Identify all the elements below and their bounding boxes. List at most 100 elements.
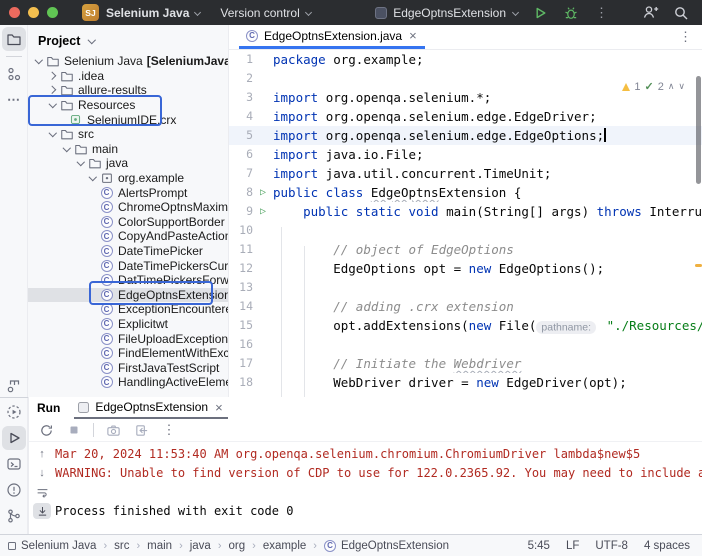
code-line-18[interactable]: 18 WebDriver driver = new EdgeDriver(opt… xyxy=(229,373,702,392)
more-actions-button[interactable]: ⋮ xyxy=(591,2,613,24)
tree-item-colorsupportborder[interactable]: C ColorSupportBorder xyxy=(28,215,228,230)
code-line-6[interactable]: 6 import java.io.File; xyxy=(229,145,702,164)
tree-item-java[interactable]: java xyxy=(28,156,228,171)
chevron-down-icon[interactable] xyxy=(33,55,45,67)
next-problem-icon[interactable]: ∨ xyxy=(678,81,685,92)
project-menu[interactable]: Selenium Java xyxy=(106,6,202,20)
close-tab-icon[interactable]: × xyxy=(214,401,224,414)
breadcrumb-item-edgeoptnsextension[interactable]: C EdgeOptnsExtension xyxy=(323,539,449,552)
run-configuration-selector[interactable]: EdgeOptnsExtension xyxy=(375,6,520,20)
breadcrumb-item-selenium-java[interactable]: Selenium Java xyxy=(8,540,96,552)
tree-item-fileuploadexception[interactable]: C FileUploadException xyxy=(28,331,228,346)
code-line-1[interactable]: 1 package org.example; xyxy=(229,50,702,69)
editor-tab[interactable]: C EdgeOptnsExtension.java × xyxy=(239,25,425,49)
close-tab-icon[interactable]: × xyxy=(408,29,418,42)
tree-item-chromeoptnsmaximized[interactable]: C ChromeOptnsMaximized xyxy=(28,200,228,215)
chevron-down-icon[interactable] xyxy=(47,99,59,111)
code-line-8[interactable]: 8 ▷ public class EdgeOptnsExtension { xyxy=(229,183,702,202)
tree-item-findelementwithexception[interactable]: C FindElementWithException xyxy=(28,346,228,361)
code-line-13[interactable]: 13 xyxy=(229,278,702,297)
zoom-window-button[interactable] xyxy=(47,7,58,18)
code-line-12[interactable]: 12 EdgeOptions opt = new EdgeOptions(); xyxy=(229,259,702,278)
code-line-5[interactable]: 5 import org.openqa.selenium.edge.EdgeOpt… xyxy=(229,126,702,145)
stop-button[interactable] xyxy=(65,422,83,438)
project-panel-header[interactable]: Project xyxy=(28,25,228,54)
code-with-me-button[interactable] xyxy=(639,2,661,24)
services-tool-window-button[interactable] xyxy=(2,400,26,424)
run-button[interactable] xyxy=(529,2,551,24)
code-line-16[interactable]: 16 xyxy=(229,335,702,354)
tree-item-exceptionencountered[interactable]: C ExceptionEncountered xyxy=(28,302,228,317)
tree-item-main[interactable]: main xyxy=(28,142,228,157)
chevron-down-icon[interactable] xyxy=(75,157,87,169)
chevron-down-icon[interactable] xyxy=(87,172,99,184)
commit-tool-window-button[interactable] xyxy=(2,62,26,86)
code-line-17[interactable]: 17 // Initiate the Webdriver xyxy=(229,354,702,373)
breadcrumb-item-main[interactable]: main xyxy=(147,540,172,552)
console-more-button[interactable]: ⋮ xyxy=(160,422,178,438)
version-control-menu[interactable]: Version control xyxy=(220,6,312,20)
tab-options-icon[interactable]: ⋮ xyxy=(679,29,692,45)
code-line-15[interactable]: 15 opt.addExtensions(new File(pathname: … xyxy=(229,316,702,335)
terminal-tool-window-button[interactable] xyxy=(2,452,26,476)
breadcrumb-item-java[interactable]: java xyxy=(190,540,211,552)
tree-item-alertsprompt[interactable]: C AlertsPrompt xyxy=(28,185,228,200)
structure-tool-window-button[interactable] xyxy=(2,374,26,398)
status-widget-4-spaces[interactable]: 4 spaces xyxy=(644,540,690,552)
inspection-widget[interactable]: 1 ✓ 2 ∧ ∨ xyxy=(619,79,688,94)
tree-item-datetimepickerscurrent[interactable]: C DateTimePickersCurrent xyxy=(28,258,228,273)
run-line-icon[interactable]: ▷ xyxy=(253,183,273,202)
tree-item-selenium-java[interactable]: Selenium Java[SeleniumJava]~/IdeaProjec xyxy=(28,54,228,69)
down-stacktrace-button[interactable]: ↓ xyxy=(33,465,51,481)
tree-item-handlingactiveelement[interactable]: C HandlingActiveElement xyxy=(28,375,228,390)
console[interactable]: ↑ ↓ Mar 20, 2024 11:53:40 AM org.openqa.… xyxy=(29,442,702,534)
status-widget-5-45[interactable]: 5:45 xyxy=(528,540,550,552)
run-line-icon[interactable]: ▷ xyxy=(253,202,273,221)
scroll-to-end-button[interactable] xyxy=(33,503,51,519)
code-line-11[interactable]: 11 // object of EdgeOptions xyxy=(229,240,702,259)
minimize-window-button[interactable] xyxy=(28,7,39,18)
soft-wrap-button[interactable] xyxy=(33,484,51,500)
tree-item-src[interactable]: src xyxy=(28,127,228,142)
problems-tool-window-button[interactable] xyxy=(2,478,26,502)
tree-item-idea[interactable]: .idea xyxy=(28,69,228,84)
status-widget-utf-8[interactable]: UTF-8 xyxy=(595,540,628,552)
code-line-10[interactable]: 10 xyxy=(229,221,702,240)
version-control-tool-window-button[interactable] xyxy=(2,504,26,528)
import-button[interactable] xyxy=(132,422,150,438)
run-tab[interactable]: EdgeOptnsExtension × xyxy=(74,397,228,419)
breadcrumb-item-src[interactable]: src xyxy=(114,540,129,552)
search-everywhere-button[interactable] xyxy=(670,2,692,24)
code-line-9[interactable]: 9 ▷ public static void main(String[] args… xyxy=(229,202,702,221)
up-stacktrace-button[interactable]: ↑ xyxy=(33,446,51,462)
tree-item-seleniumide-crx[interactable]: SeleniumIDE.crx xyxy=(28,112,228,127)
tree-item-org-example[interactable]: org.example xyxy=(28,171,228,186)
more-tool-windows-button[interactable]: ⋯ xyxy=(2,88,26,112)
tree-item-datetimepicker[interactable]: C DateTimePicker xyxy=(28,244,228,259)
tree-item-copyandpasteactions[interactable]: C CopyAndPasteActions xyxy=(28,229,228,244)
thread-dump-button[interactable] xyxy=(104,422,122,438)
code-line-7[interactable]: 7 import java.util.concurrent.TimeUnit; xyxy=(229,164,702,183)
chevron-right-icon[interactable] xyxy=(47,84,59,96)
code-line-4[interactable]: 4 import org.openqa.selenium.edge.EdgeDri… xyxy=(229,107,702,126)
tree-item-dattimepickersforward[interactable]: C DatTimePickersForward xyxy=(28,273,228,288)
tree-item-edgeoptnsextension[interactable]: C EdgeOptnsExtension xyxy=(28,287,228,303)
chevron-down-icon[interactable] xyxy=(61,143,73,155)
chevron-right-icon[interactable] xyxy=(47,70,59,82)
debug-button[interactable] xyxy=(560,2,582,24)
tree-item-firstjavatestscript[interactable]: C FirstJavaTestScript xyxy=(28,360,228,375)
chevron-down-icon[interactable] xyxy=(47,128,59,140)
tree-item-resources[interactable]: Resources xyxy=(28,98,228,113)
code-area[interactable]: 1 package org.example; 2 3 import org.openqa… xyxy=(229,50,702,397)
close-window-button[interactable] xyxy=(9,7,20,18)
breadcrumb-item-org[interactable]: org xyxy=(229,540,246,552)
warning-stripe-mark[interactable] xyxy=(695,264,702,267)
editor-scrollbar[interactable] xyxy=(696,76,701,184)
run-tool-window-button[interactable] xyxy=(2,426,26,450)
tree-item-explicitwt[interactable]: C Explicitwt xyxy=(28,317,228,332)
project-tool-window-button[interactable] xyxy=(1,27,26,51)
code-line-14[interactable]: 14 // adding .crx extension xyxy=(229,297,702,316)
status-widget-lf[interactable]: LF xyxy=(566,540,579,552)
previous-problem-icon[interactable]: ∧ xyxy=(668,81,675,92)
rerun-button[interactable] xyxy=(37,422,55,438)
